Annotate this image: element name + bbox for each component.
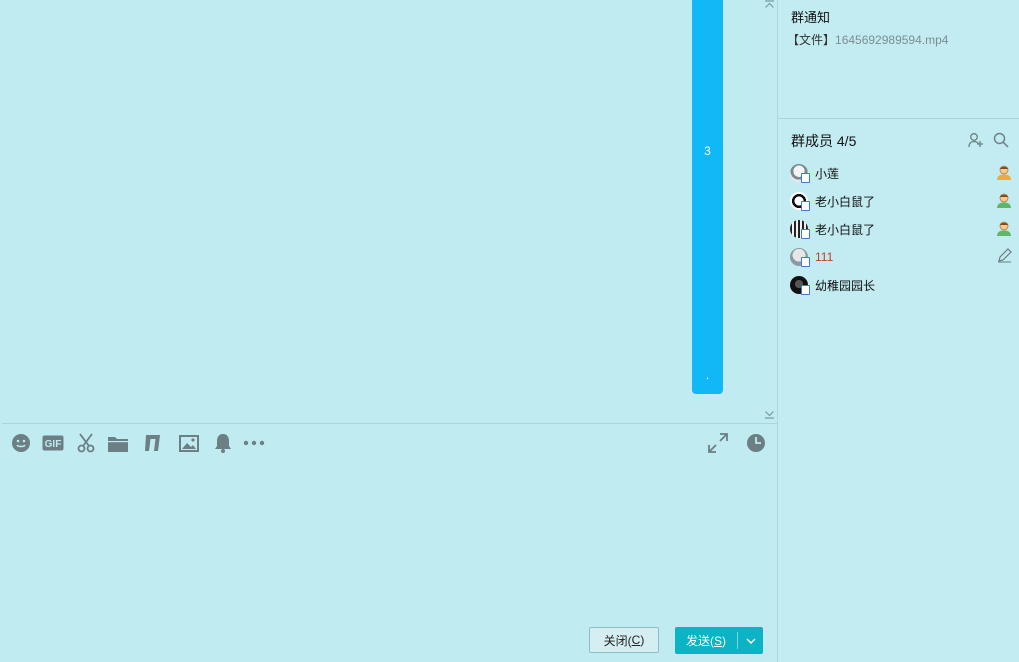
more-icon[interactable] (242, 432, 266, 454)
input-divider (2, 423, 777, 424)
message-bubble[interactable]: 3 . (692, 0, 723, 394)
member-item[interactable]: 小莲 (790, 163, 1012, 183)
avatar (790, 164, 810, 183)
member-icon (996, 220, 1012, 242)
close-button[interactable]: 关闭(C) (589, 627, 659, 653)
clock-icon[interactable] (745, 432, 767, 454)
member-item[interactable]: 幼稚园园长 (790, 275, 1012, 295)
send-button-end: ) (722, 633, 726, 648)
avatar (790, 276, 810, 295)
bubble-tail: . (705, 368, 710, 382)
avatar (790, 248, 810, 267)
music-icon[interactable] (142, 432, 164, 454)
bubble-number: 3 (704, 144, 711, 158)
svg-text:GIF: GIF (45, 439, 62, 450)
emoji-icon[interactable] (10, 432, 32, 454)
members-title: 群成员 4/5 (791, 133, 857, 149)
member-name: 老小白鼠了 (815, 194, 876, 209)
search-icon[interactable] (993, 132, 1009, 153)
member-icon (996, 192, 1012, 214)
add-member-icon[interactable] (968, 132, 984, 153)
member-item[interactable]: 老小白鼠了 (790, 191, 1012, 211)
send-options-button[interactable] (738, 627, 763, 654)
message-input[interactable] (2, 460, 776, 624)
close-button-key: C (631, 633, 641, 647)
notice-title: 群通知 (791, 10, 831, 25)
close-button-label: 关闭( (603, 633, 632, 648)
member-name: 111 (815, 250, 834, 264)
close-button-end: ) (640, 633, 645, 647)
member-name: 小莲 (815, 166, 840, 181)
chat-panel: 3 . GIF 关闭(C) 发送(S) (0, 0, 777, 662)
member-item[interactable]: 老小白鼠了 (790, 219, 1012, 239)
chevron-down-icon (746, 638, 755, 644)
send-button-key: S (713, 633, 722, 648)
send-button-text[interactable]: 发送(S) (675, 627, 737, 654)
edit-icon[interactable] (997, 248, 1012, 268)
folder-icon[interactable] (107, 432, 129, 454)
image-icon[interactable] (178, 432, 200, 454)
admin-icon (996, 164, 1012, 186)
member-name: 老小白鼠了 (815, 222, 876, 237)
scroll-down-icon[interactable] (764, 410, 775, 421)
notice-file-link[interactable]: 1645692989594.mp4 (835, 33, 948, 47)
expand-icon[interactable] (707, 432, 729, 454)
avatar (790, 192, 810, 211)
gif-icon[interactable]: GIF (41, 432, 65, 454)
avatar (790, 220, 810, 239)
notice-prefix: 【文件】 (787, 33, 836, 47)
side-divider (778, 118, 1019, 119)
notice-body[interactable]: 【文件】1645692989594.mp4 (787, 31, 948, 48)
send-button-label: 发送( (685, 634, 714, 648)
member-name: 幼稚园园长 (815, 278, 876, 293)
member-item[interactable]: 111 (790, 247, 1012, 267)
scissors-icon[interactable] (75, 432, 97, 454)
bell-icon[interactable] (212, 432, 234, 454)
send-button[interactable]: 发送(S) (675, 627, 763, 654)
scroll-up-icon[interactable] (764, 0, 775, 11)
group-side-panel: 群通知 【文件】1645692989594.mp4 群成员 4/5 小莲 老小白… (777, 0, 1019, 662)
